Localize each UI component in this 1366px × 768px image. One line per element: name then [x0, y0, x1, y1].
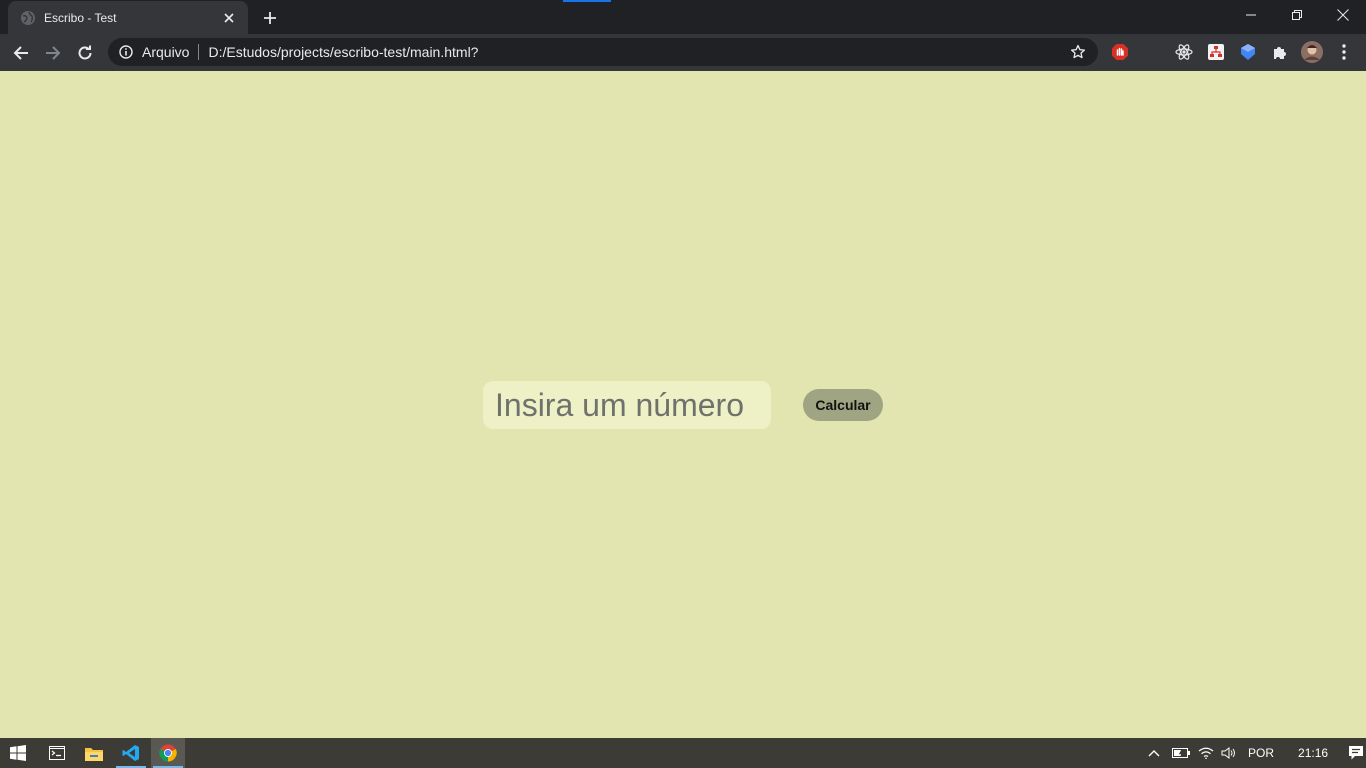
- calculate-button[interactable]: Calcular: [803, 389, 883, 421]
- ublock-icon[interactable]: [1237, 41, 1259, 63]
- globe-icon: [20, 10, 36, 26]
- address-bar[interactable]: Arquivo D:/Estudos/projects/escribo-test…: [108, 38, 1098, 66]
- tab-title: Escribo - Test: [44, 10, 117, 25]
- tab-close-icon[interactable]: [220, 9, 238, 27]
- security-chip[interactable]: Arquivo: [142, 44, 189, 60]
- windows-taskbar: POR 21:16: [0, 738, 1366, 768]
- new-tab-button[interactable]: [258, 6, 282, 30]
- back-button[interactable]: [7, 39, 35, 67]
- omnibox-separator: [198, 44, 200, 60]
- site-info-icon[interactable]: [118, 44, 134, 60]
- sitemap-extension-icon[interactable]: [1205, 41, 1227, 63]
- windows-start-icon[interactable]: [0, 738, 36, 768]
- puzzle-extensions-icon[interactable]: [1269, 41, 1291, 63]
- window-controls: [1228, 0, 1366, 30]
- window-drag-indicator: [563, 0, 611, 2]
- close-icon[interactable]: [1320, 0, 1366, 30]
- browser-tab[interactable]: Escribo - Test: [8, 1, 248, 34]
- minimize-icon[interactable]: [1228, 0, 1274, 30]
- forward-button[interactable]: [39, 39, 67, 67]
- language-indicator[interactable]: POR: [1248, 746, 1274, 760]
- browser-toolbar: Arquivo D:/Estudos/projects/escribo-test…: [0, 34, 1366, 71]
- reload-button[interactable]: [71, 39, 99, 67]
- number-input[interactable]: [483, 381, 771, 429]
- chrome-icon[interactable]: [151, 738, 185, 768]
- bookmark-star-icon[interactable]: [1068, 42, 1088, 62]
- url-text[interactable]: D:/Estudos/projects/escribo-test/main.ht…: [208, 44, 1068, 60]
- menu-dots-icon[interactable]: [1333, 41, 1355, 63]
- react-devtools-icon[interactable]: [1173, 41, 1195, 63]
- file-explorer-icon[interactable]: [77, 738, 111, 768]
- page-content: Calcular: [0, 71, 1366, 738]
- notifications-icon[interactable]: [1345, 745, 1366, 761]
- battery-icon[interactable]: [1171, 748, 1191, 758]
- show-hidden-icons-icon[interactable]: [1146, 749, 1162, 757]
- profile-avatar[interactable]: [1301, 41, 1323, 63]
- vscode-icon[interactable]: [114, 738, 148, 768]
- system-tray: POR 21:16: [1146, 738, 1366, 768]
- tab-strip: Escribo - Test: [0, 0, 1366, 34]
- terminal-icon[interactable]: [40, 738, 74, 768]
- adblock-icon[interactable]: [1109, 41, 1131, 63]
- restore-icon[interactable]: [1274, 0, 1320, 30]
- volume-icon[interactable]: [1219, 747, 1239, 759]
- clock[interactable]: 21:16: [1298, 746, 1328, 760]
- wifi-icon[interactable]: [1196, 747, 1216, 759]
